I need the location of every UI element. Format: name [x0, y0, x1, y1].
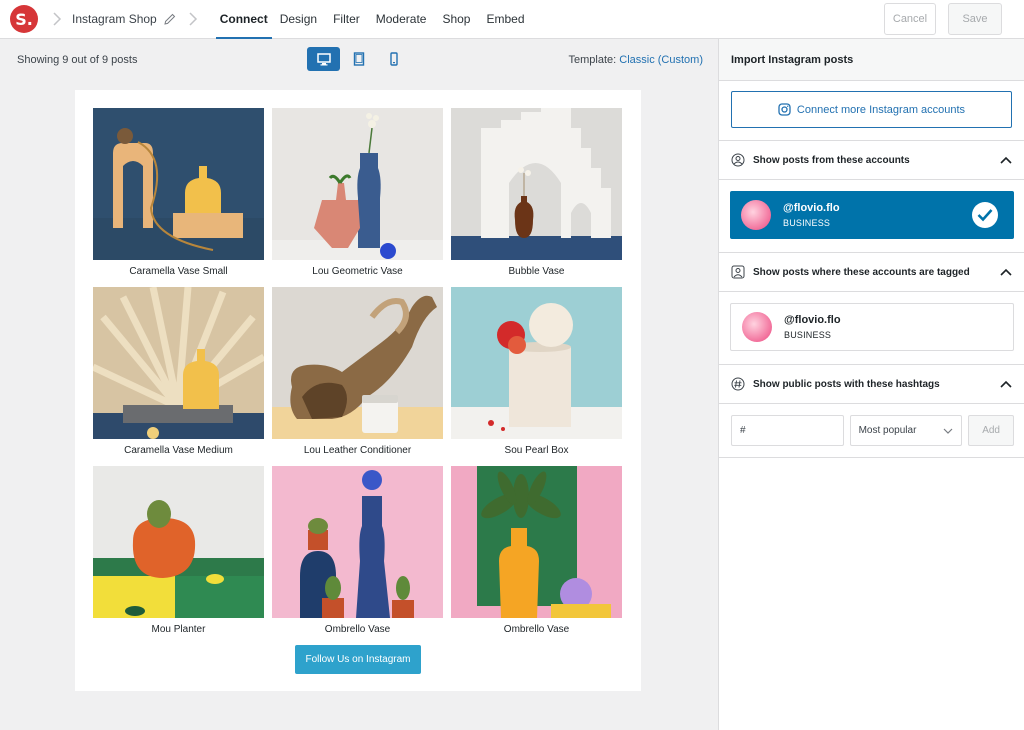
cancel-button[interactable]: Cancel — [884, 3, 936, 35]
tab-design[interactable]: Design — [272, 0, 325, 39]
hashtag-sort-value: Most popular — [858, 425, 917, 436]
section-hashtags-header[interactable]: Show public posts with these hashtags — [719, 365, 1024, 404]
tablet-icon — [353, 52, 364, 66]
post-image[interactable] — [93, 108, 264, 260]
phone-view-button[interactable] — [377, 47, 410, 71]
app-logo[interactable]: S. — [10, 5, 38, 33]
post-caption: Sou Pearl Box — [504, 445, 569, 456]
tab-shop[interactable]: Shop — [434, 0, 478, 39]
add-hashtag-button[interactable]: Add — [968, 415, 1014, 446]
post-item[interactable]: Caramella Vase Medium — [93, 287, 264, 466]
follow-button[interactable]: Follow Us on Instagram — [295, 645, 421, 674]
desktop-icon — [316, 52, 331, 65]
phone-icon — [389, 52, 398, 66]
save-button[interactable]: Save — [948, 3, 1002, 35]
post-item[interactable]: Bubble Vase — [451, 108, 622, 287]
chevron-up-icon[interactable] — [1000, 380, 1012, 388]
section-tagged-header[interactable]: Show posts where these accounts are tagg… — [719, 253, 1024, 292]
post-caption: Ombrello Vase — [324, 624, 391, 635]
user-circle-icon — [731, 153, 745, 167]
post-item[interactable]: Lou Geometric Vase — [272, 108, 443, 287]
user-tag-icon — [731, 265, 745, 279]
post-caption: Caramella Vase Small — [129, 266, 228, 277]
top-bar: S. Instagram Shop Connect Design Filter … — [0, 0, 1024, 39]
section-tagged-label: Show posts where these accounts are tagg… — [753, 266, 970, 278]
avatar — [741, 200, 771, 230]
post-caption: Lou Leather Conditioner — [303, 445, 412, 456]
section-accounts-label: Show posts from these accounts — [753, 154, 910, 166]
post-image[interactable] — [93, 287, 264, 439]
account-card[interactable]: @flovio.flo BUSINESS — [730, 303, 1014, 351]
post-caption: Caramella Vase Medium — [124, 445, 233, 456]
tab-connect[interactable]: Connect — [215, 0, 272, 39]
import-sidebar: Import Instagram posts Connect more Inst… — [718, 39, 1024, 730]
post-caption: Bubble Vase — [508, 266, 565, 277]
instagram-icon — [778, 103, 791, 116]
post-image[interactable] — [272, 108, 443, 260]
account-name: @flovio.flo — [783, 202, 840, 214]
hashtag-input[interactable]: # — [731, 415, 844, 446]
connect-accounts-label: Connect more Instagram accounts — [796, 103, 966, 116]
post-caption: Ombrello Vase — [503, 624, 570, 635]
post-grid: Caramella Vase Small Lou Geometric Vase — [93, 108, 622, 645]
pencil-icon[interactable] — [164, 13, 176, 25]
account-name: @flovio.flo — [784, 314, 841, 326]
chevron-right-icon — [189, 12, 197, 26]
post-item[interactable]: Ombrello Vase — [272, 466, 443, 645]
template-indicator: Template: Classic (Custom) — [569, 54, 704, 66]
tab-embed[interactable]: Embed — [478, 0, 532, 39]
post-image[interactable] — [451, 287, 622, 439]
post-image[interactable] — [272, 287, 443, 439]
post-caption: Mou Planter — [151, 624, 206, 635]
chevron-right-icon — [53, 12, 62, 26]
section-hashtags-label: Show public posts with these hashtags — [753, 378, 940, 390]
feed-preview: Caramella Vase Small Lou Geometric Vase — [75, 90, 641, 691]
sidebar-title: Import Instagram posts — [719, 39, 1024, 81]
account-card-selected[interactable]: @flovio.flo BUSINESS — [730, 191, 1014, 239]
post-item[interactable]: Lou Leather Conditioner — [272, 287, 443, 466]
chevron-up-icon[interactable] — [1000, 268, 1012, 276]
tab-filter[interactable]: Filter — [325, 0, 368, 39]
avatar — [742, 312, 772, 342]
tablet-view-button[interactable] — [342, 47, 375, 71]
connect-accounts-button[interactable]: Connect more Instagram accounts — [731, 91, 1012, 128]
tab-bar: Connect Design Filter Moderate Shop Embe… — [215, 0, 533, 39]
chevron-up-icon[interactable] — [1000, 156, 1012, 164]
chevron-down-icon — [943, 428, 953, 434]
section-accounts-header[interactable]: Show posts from these accounts — [719, 141, 1024, 180]
template-link[interactable]: Classic (Custom) — [619, 54, 703, 66]
post-item[interactable]: Ombrello Vase — [451, 466, 622, 645]
template-label: Template: — [568, 54, 617, 66]
post-item[interactable]: Mou Planter — [93, 466, 264, 645]
device-switcher — [307, 47, 410, 71]
post-image[interactable] — [451, 108, 622, 260]
posts-count-text: Showing 9 out of 9 posts — [17, 54, 138, 66]
preview-toolbar: Showing 9 out of 9 posts Template: Class… — [0, 40, 718, 78]
hashtag-icon — [731, 377, 745, 391]
post-caption: Lou Geometric Vase — [312, 266, 403, 277]
post-image[interactable] — [451, 466, 622, 618]
hashtag-sort-select[interactable]: Most popular — [849, 415, 963, 446]
post-image[interactable] — [93, 466, 264, 618]
feed-title: Instagram Shop — [72, 12, 157, 26]
checkmark-icon — [972, 202, 998, 228]
account-type: BUSINESS — [783, 218, 831, 228]
desktop-view-button[interactable] — [307, 47, 340, 71]
post-image[interactable] — [272, 466, 443, 618]
account-type: BUSINESS — [784, 330, 832, 340]
post-item[interactable]: Sou Pearl Box — [451, 287, 622, 466]
post-item[interactable]: Caramella Vase Small — [93, 108, 264, 287]
tab-moderate[interactable]: Moderate — [368, 0, 435, 39]
